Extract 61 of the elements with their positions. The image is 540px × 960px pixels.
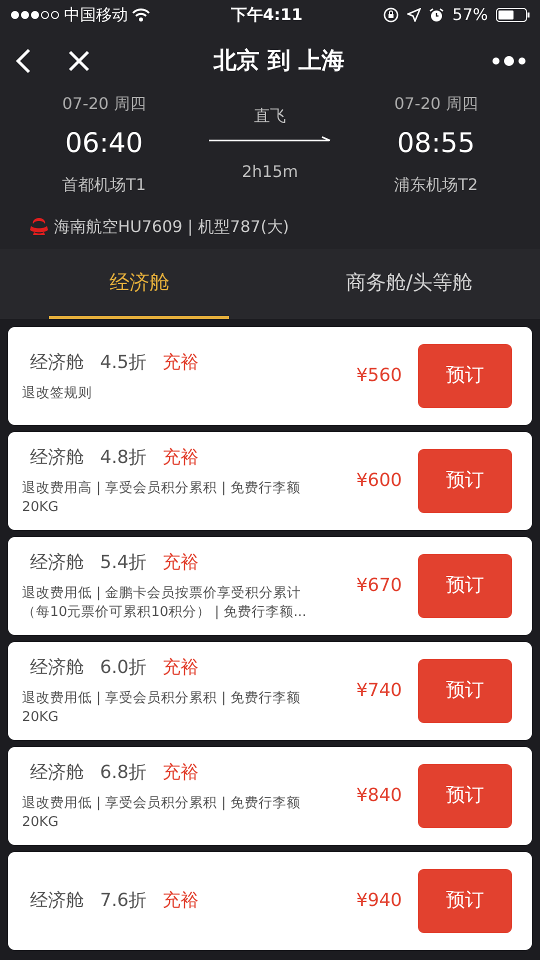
discount: 4.8折 xyxy=(100,446,147,470)
cabin-class: 经济舱 xyxy=(30,350,84,375)
airport-name: 首都机场T1 xyxy=(62,174,146,196)
fare-price: ¥600 xyxy=(356,469,402,493)
seat-availability: 充裕 xyxy=(162,551,199,576)
fare-rules: 退改费用高 | 享受会员积分累积 | 免费行李额20KG xyxy=(22,479,302,517)
signal-icon xyxy=(10,10,60,20)
book-button[interactable]: 预订 xyxy=(418,448,512,512)
book-button[interactable]: 预订 xyxy=(418,658,512,722)
fare-rules: 退改费用低 | 享受会员积分累积 | 免费行李额20KG xyxy=(22,689,302,727)
rotation-lock-icon xyxy=(383,7,400,23)
fare-price: ¥670 xyxy=(356,574,402,598)
book-button[interactable]: 预订 xyxy=(418,868,512,932)
cabin-class: 经济舱 xyxy=(30,761,84,786)
carrier-name: 中国移动 xyxy=(64,4,128,26)
airline-logo-icon xyxy=(28,216,50,236)
cabin-class: 经济舱 xyxy=(30,551,84,576)
seat-availability: 充裕 xyxy=(162,656,199,680)
cabin-class: 经济舱 xyxy=(30,889,84,913)
discount: 7.6折 xyxy=(100,889,147,913)
fare-price: ¥840 xyxy=(356,784,402,808)
fare-price: ¥560 xyxy=(356,364,402,388)
more-icon[interactable] xyxy=(492,55,526,67)
book-button[interactable]: 预订 xyxy=(418,764,512,828)
close-icon[interactable] xyxy=(68,50,90,72)
seat-availability: 充裕 xyxy=(162,350,199,375)
wifi-icon xyxy=(132,8,150,22)
flight-time: 06:40 xyxy=(65,127,143,161)
flight-type: 直飞 xyxy=(254,105,286,128)
fare-rules: 退改签规则 xyxy=(22,384,93,402)
flight-time: 08:55 xyxy=(397,127,475,161)
cabin-tab[interactable]: 经济舱 xyxy=(49,248,230,318)
airline-info: 海南航空HU7609 | 机型787(大) xyxy=(54,216,290,238)
flight-date: 07-20 周四 xyxy=(62,93,146,115)
fare-rules: 退改费用低 | 享受会员积分累积 | 免费行李额20KG xyxy=(22,794,302,832)
page-title: 北京 到 上海 xyxy=(213,46,344,76)
fare-price: ¥940 xyxy=(356,889,402,913)
seat-availability: 充裕 xyxy=(162,446,199,470)
book-button[interactable]: 预订 xyxy=(418,554,512,618)
battery-icon xyxy=(496,8,530,22)
discount: 6.8折 xyxy=(100,761,147,786)
fare-price: ¥740 xyxy=(356,679,402,703)
cabin-class: 经济舱 xyxy=(30,656,84,680)
airport-name: 浦东机场T2 xyxy=(394,174,478,196)
cabin-class: 经济舱 xyxy=(30,446,84,470)
seat-availability: 充裕 xyxy=(162,889,199,913)
clock-time: 下午4:11 xyxy=(230,4,303,26)
discount: 6.0折 xyxy=(100,656,147,680)
cabin-tab[interactable]: 商务舱/头等舱 xyxy=(328,248,491,318)
alarm-icon xyxy=(429,8,444,22)
back-icon[interactable] xyxy=(14,48,32,74)
battery-percent: 57% xyxy=(452,4,488,26)
flight-date: 07-20 周四 xyxy=(394,93,478,115)
discount: 5.4折 xyxy=(100,551,147,576)
seat-availability: 充裕 xyxy=(162,761,199,786)
flight-arrow-icon xyxy=(209,136,331,144)
fare-rules: 退改费用低 | 金鹏卡会员按票价享受积分累计（每10元票价可累积10积分） | 免费行李额... xyxy=(22,584,308,622)
book-button[interactable]: 预订 xyxy=(418,344,512,408)
location-arrow-icon xyxy=(407,8,422,22)
flight-duration: 2h15m xyxy=(242,161,298,184)
discount: 4.5折 xyxy=(100,350,147,375)
